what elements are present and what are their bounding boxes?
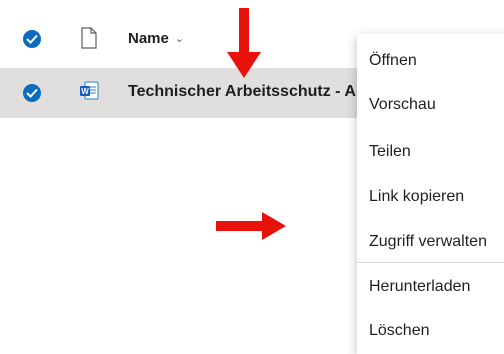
column-header-name-label: Name	[128, 30, 169, 47]
menu-item-copy-link[interactable]: Link kopieren	[369, 188, 464, 206]
context-menu: Öffnen Vorschau Teilen Link kopieren Zug…	[357, 34, 504, 354]
column-header-name[interactable]: Name ⌄	[128, 30, 184, 47]
menu-item-manage-access[interactable]: Zugriff verwalten	[369, 233, 487, 251]
arrow-right-annotation	[216, 212, 286, 240]
sort-chevron-icon: ⌄	[174, 33, 185, 45]
checkmark-icon	[26, 88, 38, 98]
select-all-checkbox[interactable]	[23, 30, 41, 48]
checkmark-icon	[26, 34, 38, 44]
menu-item-delete[interactable]: Löschen	[369, 322, 430, 340]
arrow-down-annotation	[227, 8, 261, 78]
menu-item-share[interactable]: Teilen	[369, 143, 411, 161]
menu-item-open[interactable]: Öffnen	[369, 52, 417, 70]
menu-item-preview[interactable]: Vorschau	[369, 96, 436, 114]
svg-text:W: W	[81, 87, 89, 96]
word-icon: W	[80, 81, 99, 100]
row-checkbox[interactable]	[23, 84, 41, 102]
document-icon	[81, 27, 97, 49]
menu-separator	[357, 262, 504, 263]
file-name[interactable]: Technischer Arbeitsschutz - A	[128, 83, 356, 101]
menu-item-download[interactable]: Herunterladen	[369, 278, 470, 296]
